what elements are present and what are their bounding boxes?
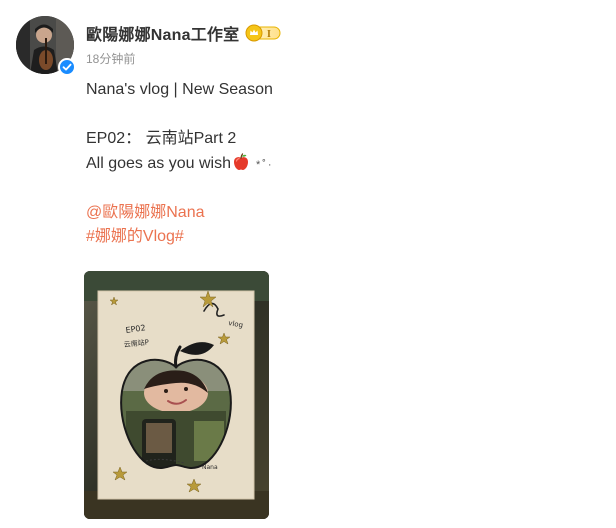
wish-text: All goes as you wish	[86, 154, 231, 172]
post-image-artwork: EP02 云南站P vlog Nana	[84, 271, 269, 519]
post-image[interactable]: EP02 云南站P vlog Nana	[84, 271, 269, 519]
avatar[interactable]	[16, 16, 76, 76]
verified-check-icon	[58, 58, 76, 76]
weibo-post: 歐陽娜娜Nana工作室 I 18分钟前 Nana's vlog | New Se…	[0, 0, 616, 528]
hashtag-line: #娜娜的Vlog#	[86, 225, 274, 250]
sparkle-text: *˚·	[255, 158, 274, 171]
red-apple-icon	[232, 152, 250, 180]
post-wish-line: All goes as you wish *˚·	[86, 152, 274, 177]
post-title-line: Nana's vlog | New Season	[86, 81, 273, 98]
post-time[interactable]: 18分钟前	[86, 50, 135, 67]
post-content: Nana's vlog | New Season EP02： 云南站Part 2…	[86, 78, 274, 250]
author-row: 歐陽娜娜Nana工作室 I	[86, 21, 281, 45]
mention-link[interactable]: @歐陽娜娜Nana	[86, 204, 205, 221]
svg-text:I: I	[267, 29, 271, 40]
handwriting-signature: Nana	[202, 464, 218, 471]
post-episode-line: EP02： 云南站Part 2	[86, 130, 237, 147]
vip-level-badge-icon[interactable]: I	[245, 24, 281, 42]
hashtag-link[interactable]: #娜娜的Vlog#	[86, 228, 184, 245]
username-link[interactable]: 歐陽娜娜Nana工作室	[86, 21, 239, 45]
mention-line: @歐陽娜娜Nana	[86, 201, 274, 226]
